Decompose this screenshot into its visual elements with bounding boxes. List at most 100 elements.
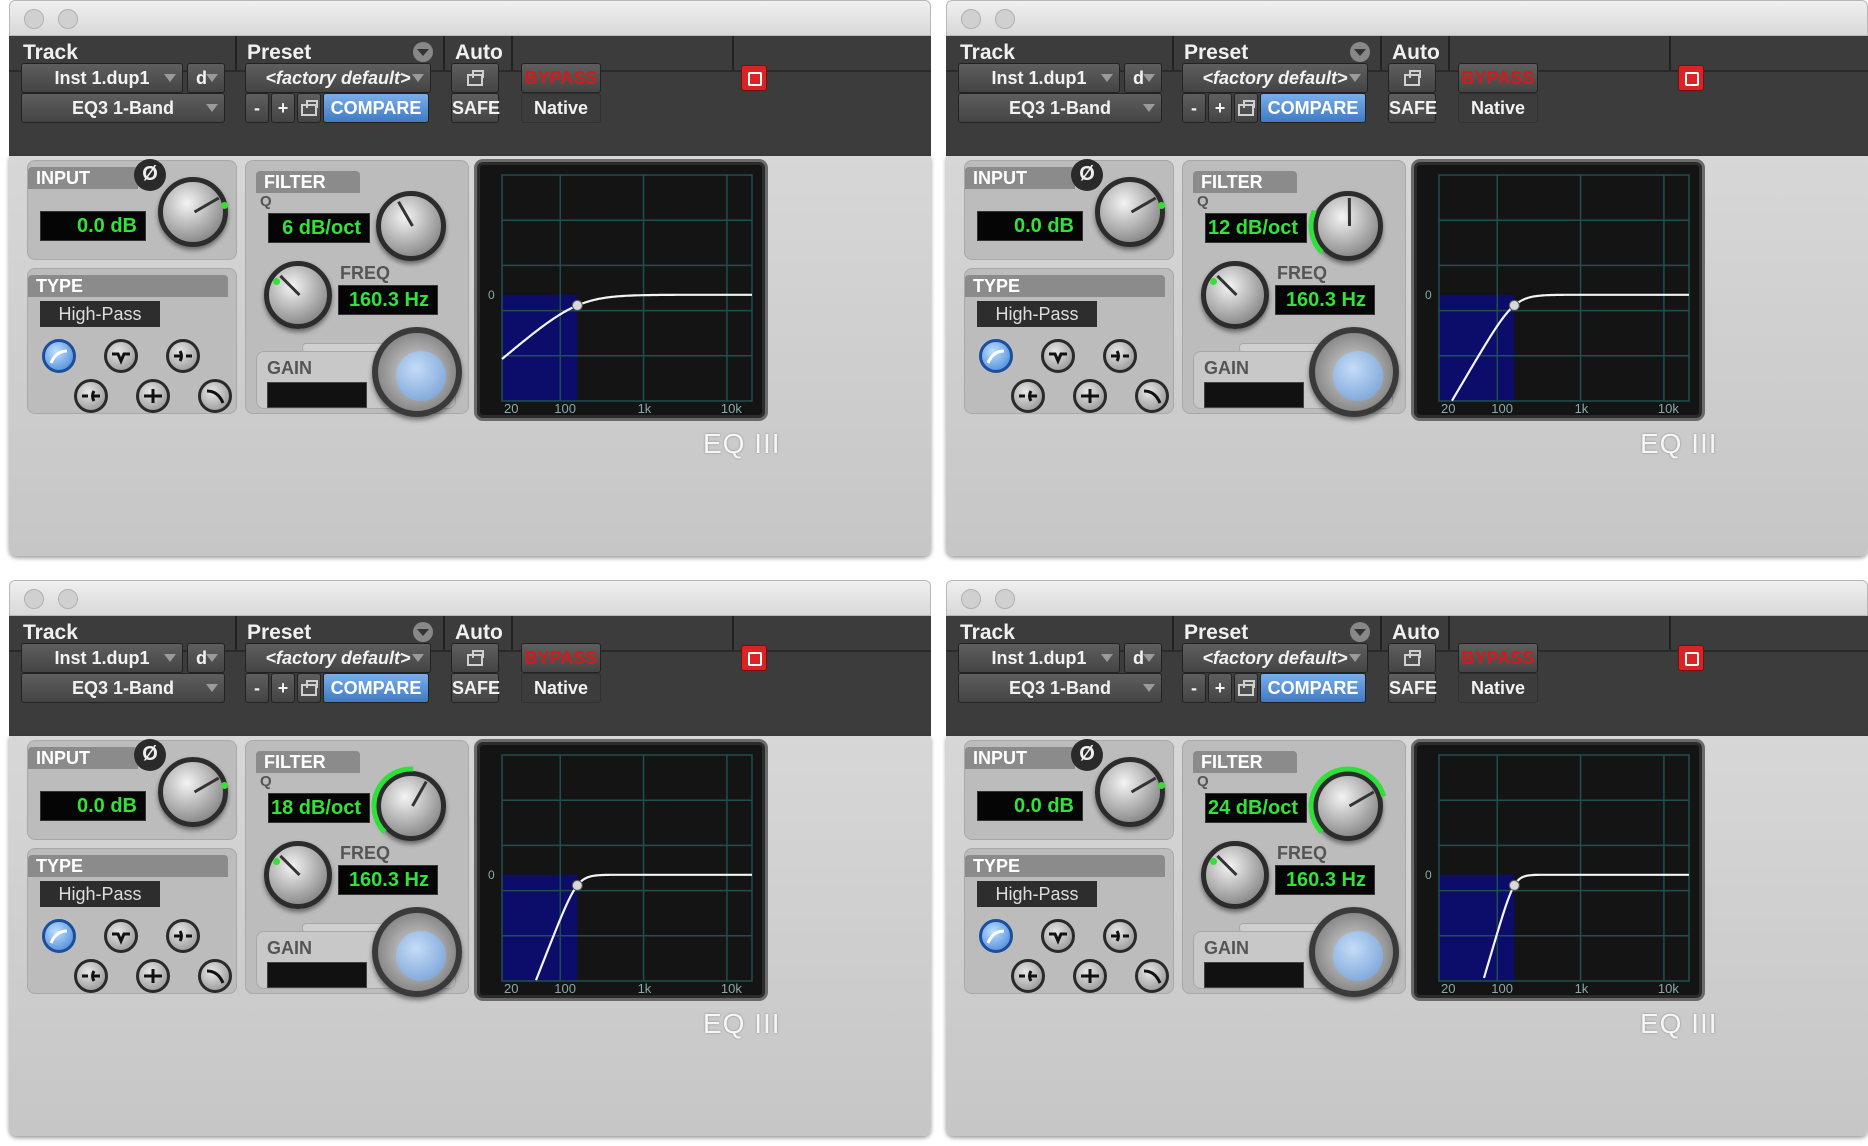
insert-selector[interactable]: EQ3 1-Band <box>21 673 225 703</box>
low-pass-type-button[interactable] <box>1135 379 1169 413</box>
high-pass-type-button[interactable] <box>42 339 76 373</box>
low-shelf-type-button[interactable] <box>1103 919 1137 953</box>
bypass-button[interactable]: BYPASS <box>1458 63 1538 93</box>
track-selector[interactable]: Inst 1.dup1 <box>21 63 183 93</box>
input-gain-display[interactable]: 0.0 dB <box>977 211 1083 241</box>
next-preset-button[interactable]: + <box>1208 673 1232 703</box>
preset-selector[interactable]: <factory default> <box>1182 63 1368 93</box>
automation-button[interactable] <box>1388 63 1436 93</box>
librarian-button[interactable] <box>297 673 321 703</box>
q-knob[interactable] <box>371 766 446 841</box>
preset-selector[interactable]: <factory default> <box>245 643 431 673</box>
q-knob[interactable] <box>1308 191 1383 261</box>
low-pass-type-button[interactable] <box>198 379 232 413</box>
insert-selector[interactable]: EQ3 1-Band <box>958 673 1162 703</box>
q-knob[interactable] <box>376 191 446 261</box>
bypass-button[interactable]: BYPASS <box>521 643 601 673</box>
automation-button[interactable] <box>451 63 499 93</box>
track-group-selector[interactable]: d <box>187 643 225 673</box>
librarian-button[interactable] <box>1234 93 1258 123</box>
peak-type-button[interactable] <box>1011 379 1045 413</box>
next-preset-button[interactable]: + <box>271 93 295 123</box>
previous-preset-button[interactable]: - <box>1182 673 1206 703</box>
gain-knob[interactable] <box>1309 327 1399 417</box>
preset-selector[interactable]: <factory default> <box>245 63 431 93</box>
phase-invert-button[interactable]: Ø <box>1071 739 1103 771</box>
q-display[interactable]: 24 dB/oct <box>1205 793 1307 823</box>
frequency-knob[interactable] <box>1201 841 1269 909</box>
gain-knob[interactable] <box>372 327 462 417</box>
notch-type-button[interactable] <box>1041 919 1075 953</box>
compare-button[interactable]: COMPARE <box>1260 673 1366 703</box>
previous-preset-button[interactable]: - <box>1182 93 1206 123</box>
input-gain-knob[interactable] <box>1095 757 1165 827</box>
input-gain-knob[interactable] <box>158 177 228 247</box>
high-shelf-type-button[interactable] <box>136 959 170 993</box>
frequency-knob[interactable] <box>264 841 332 909</box>
track-selector[interactable]: Inst 1.dup1 <box>958 643 1120 673</box>
bypass-button[interactable]: BYPASS <box>521 63 601 93</box>
bypass-button[interactable]: BYPASS <box>1458 643 1538 673</box>
track-group-selector[interactable]: d <box>1124 643 1162 673</box>
safe-button[interactable]: SAFE <box>451 93 500 123</box>
q-knob[interactable] <box>1308 766 1387 841</box>
librarian-button[interactable] <box>1234 673 1258 703</box>
frequency-knob[interactable] <box>1201 261 1269 329</box>
notch-type-button[interactable] <box>104 339 138 373</box>
track-group-selector[interactable]: d <box>1124 63 1162 93</box>
preset-menu-icon[interactable] <box>413 622 433 642</box>
gain-knob[interactable] <box>1309 907 1399 997</box>
safe-button[interactable]: SAFE <box>1388 93 1437 123</box>
close-window-button[interactable] <box>24 9 44 29</box>
minimize-window-button[interactable] <box>58 9 78 29</box>
frequency-display[interactable]: 160.3 Hz <box>1275 865 1375 895</box>
peak-type-button[interactable] <box>74 379 108 413</box>
power-icon[interactable] <box>741 645 767 671</box>
low-shelf-type-button[interactable] <box>166 919 200 953</box>
peak-type-button[interactable] <box>74 959 108 993</box>
close-window-button[interactable] <box>961 589 981 609</box>
peak-type-button[interactable] <box>1011 959 1045 993</box>
notch-type-button[interactable] <box>1041 339 1075 373</box>
input-gain-display[interactable]: 0.0 dB <box>40 211 146 241</box>
compare-button[interactable]: COMPARE <box>323 93 429 123</box>
input-gain-display[interactable]: 0.0 dB <box>40 791 146 821</box>
input-gain-display[interactable]: 0.0 dB <box>977 791 1083 821</box>
next-preset-button[interactable]: + <box>271 673 295 703</box>
input-gain-knob[interactable] <box>158 757 228 827</box>
compare-button[interactable]: COMPARE <box>1260 93 1366 123</box>
low-shelf-type-button[interactable] <box>166 339 200 373</box>
insert-selector[interactable]: EQ3 1-Band <box>21 93 225 123</box>
window-titlebar[interactable] <box>946 580 1868 616</box>
frequency-knob[interactable] <box>264 261 332 329</box>
safe-button[interactable]: SAFE <box>451 673 500 703</box>
frequency-display[interactable]: 160.3 Hz <box>338 865 438 895</box>
librarian-button[interactable] <box>297 93 321 123</box>
window-titlebar[interactable] <box>9 580 931 616</box>
high-pass-type-button[interactable] <box>979 919 1013 953</box>
high-pass-type-button[interactable] <box>979 339 1013 373</box>
input-gain-knob[interactable] <box>1095 177 1165 247</box>
preset-menu-icon[interactable] <box>413 42 433 62</box>
track-selector[interactable]: Inst 1.dup1 <box>21 643 183 673</box>
next-preset-button[interactable]: + <box>1208 93 1232 123</box>
high-shelf-type-button[interactable] <box>1073 959 1107 993</box>
low-pass-type-button[interactable] <box>198 959 232 993</box>
track-group-selector[interactable]: d <box>187 63 225 93</box>
frequency-display[interactable]: 160.3 Hz <box>1275 285 1375 315</box>
minimize-window-button[interactable] <box>58 589 78 609</box>
window-titlebar[interactable] <box>946 0 1868 36</box>
minimize-window-button[interactable] <box>995 589 1015 609</box>
preset-selector[interactable]: <factory default> <box>1182 643 1368 673</box>
high-shelf-type-button[interactable] <box>136 379 170 413</box>
track-selector[interactable]: Inst 1.dup1 <box>958 63 1120 93</box>
q-display[interactable]: 18 dB/oct <box>268 793 370 823</box>
previous-preset-button[interactable]: - <box>245 673 269 703</box>
q-display[interactable]: 6 dB/oct <box>268 213 370 243</box>
high-shelf-type-button[interactable] <box>1073 379 1107 413</box>
close-window-button[interactable] <box>24 589 44 609</box>
q-display[interactable]: 12 dB/oct <box>1205 213 1307 243</box>
phase-invert-button[interactable]: Ø <box>1071 159 1103 191</box>
automation-button[interactable] <box>451 643 499 673</box>
close-window-button[interactable] <box>961 9 981 29</box>
